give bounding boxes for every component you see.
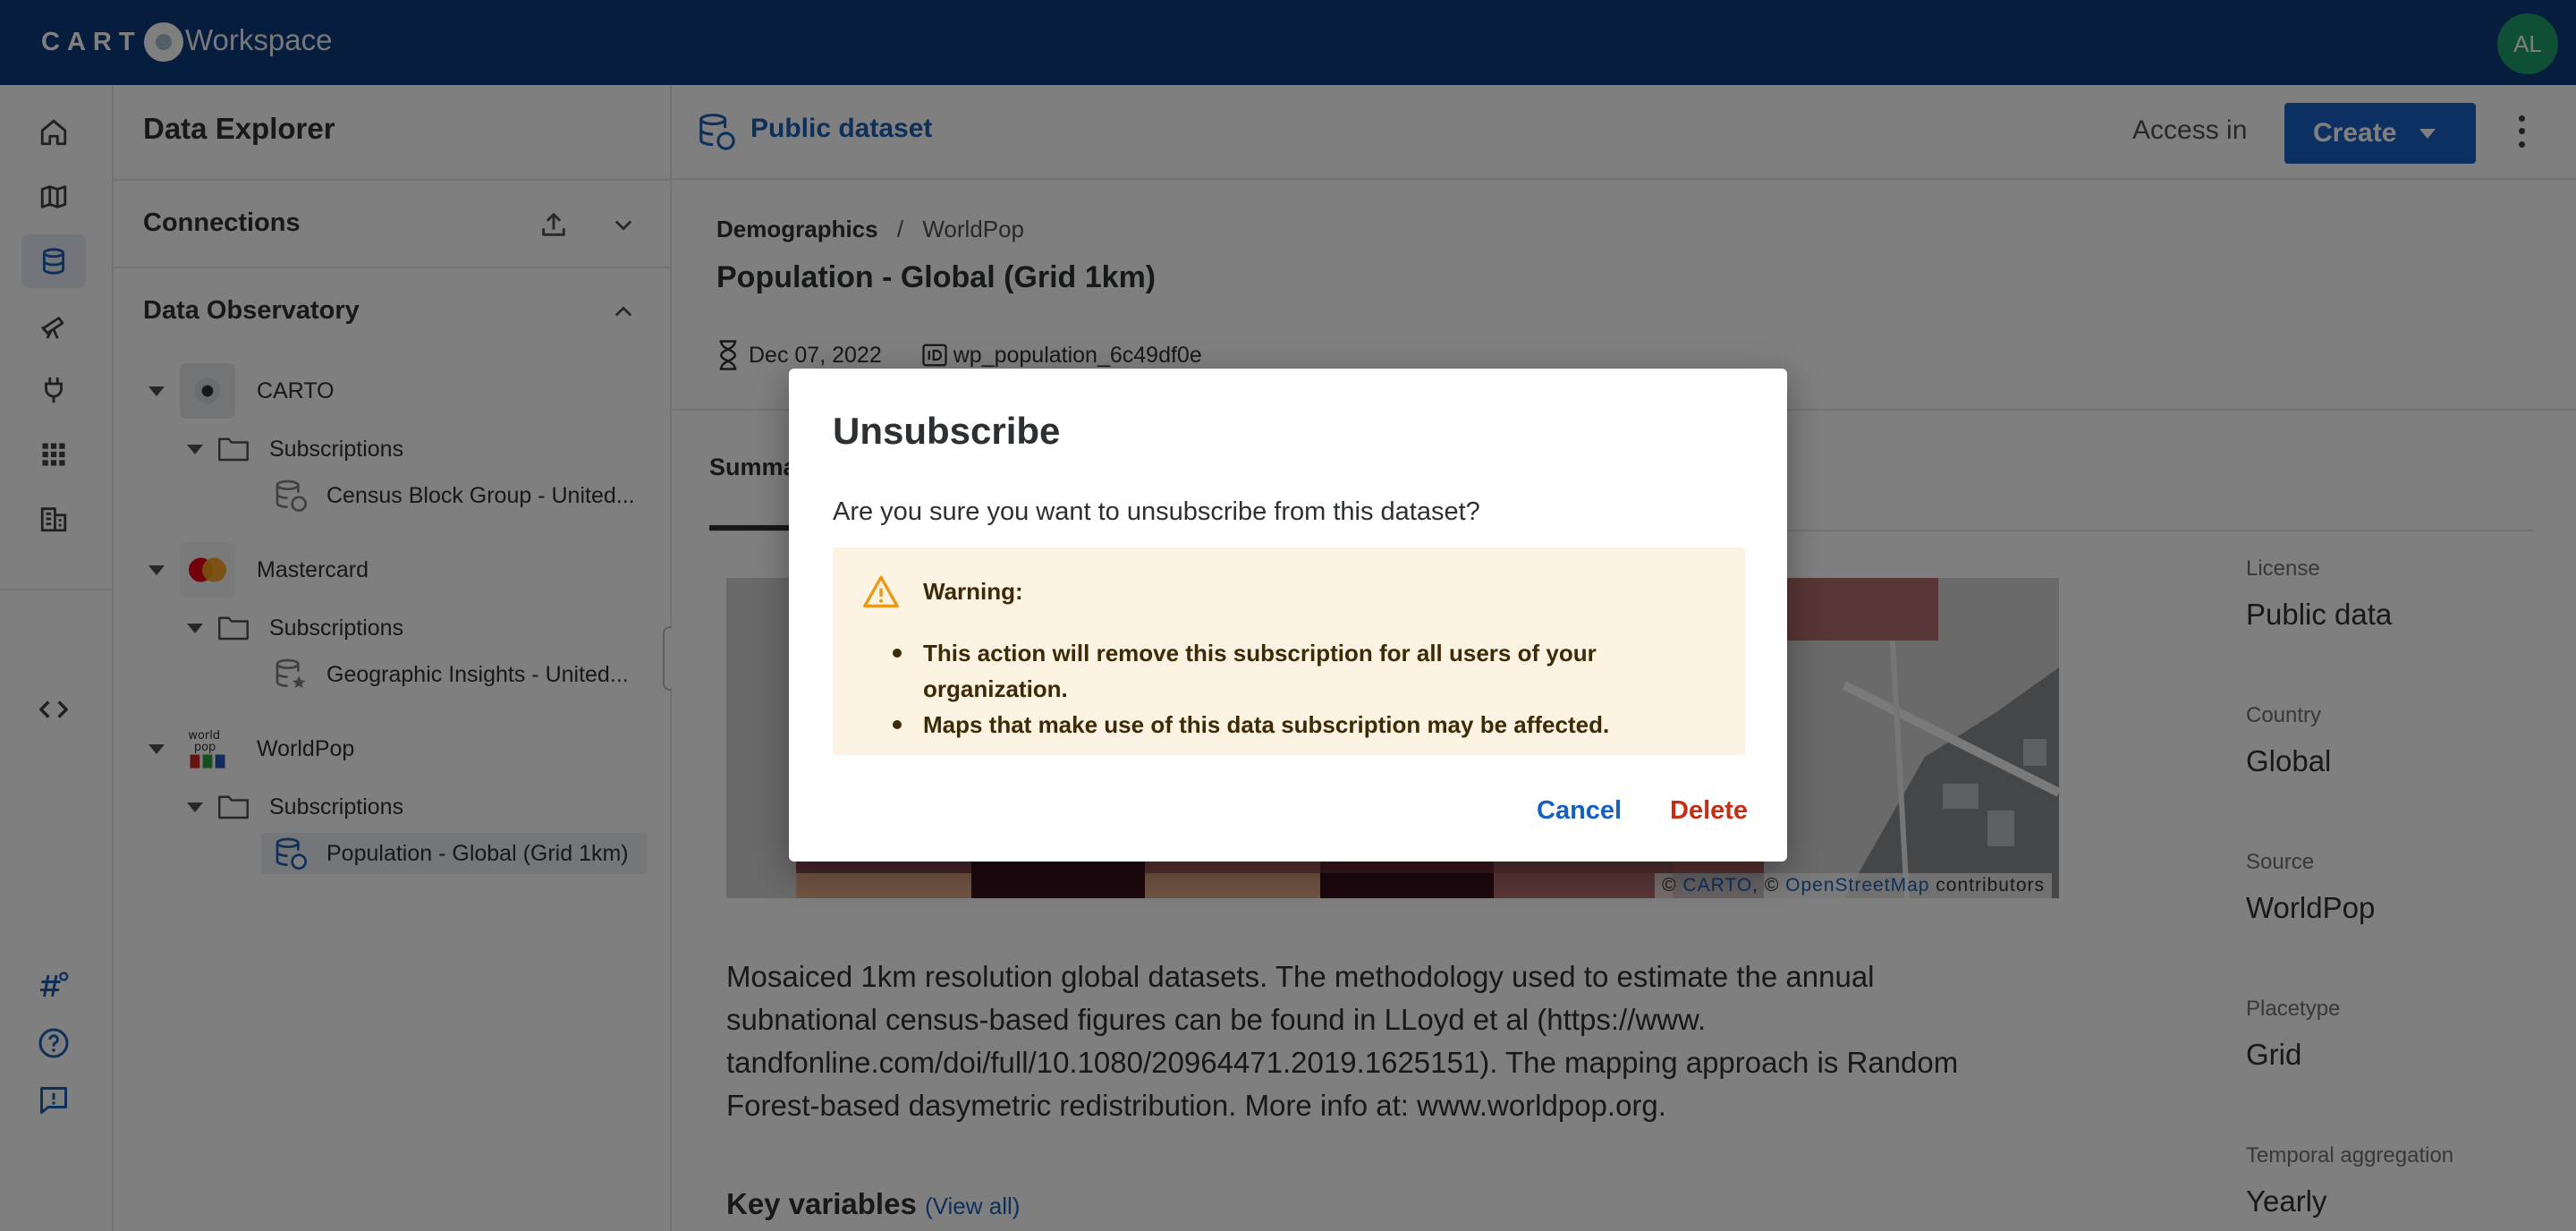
warning-item: This action will remove this subscriptio… [893, 635, 1745, 707]
dialog-question: Are you sure you want to unsubscribe fro… [833, 497, 1480, 526]
warning-item: Maps that make use of this data subscrip… [893, 707, 1745, 743]
warning-title: Warning: [923, 578, 1023, 605]
delete-button[interactable]: Delete [1670, 796, 1748, 826]
dialog-title: Unsubscribe [833, 410, 1061, 452]
unsubscribe-dialog: Unsubscribe Are you sure you want to uns… [789, 369, 1787, 862]
warning-box: Warning: This action will remove this su… [833, 548, 1745, 755]
cancel-button[interactable]: Cancel [1537, 796, 1622, 826]
warning-list: This action will remove this subscriptio… [893, 635, 1745, 743]
warning-icon [863, 575, 899, 608]
